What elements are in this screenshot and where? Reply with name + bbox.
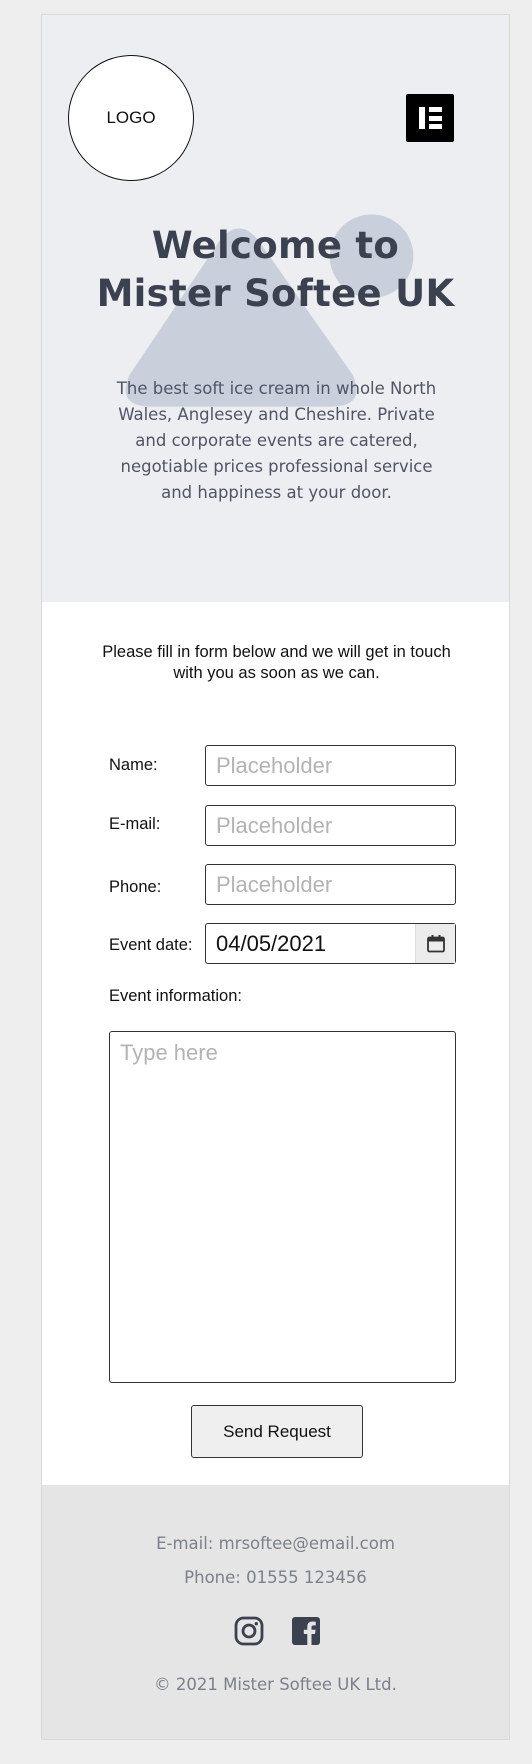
name-placeholder: Placeholder (216, 752, 333, 778)
footer-phone[interactable]: Phone: 01555 123456 (42, 1568, 509, 1587)
logo[interactable]: LOGO (68, 55, 194, 181)
name-input[interactable]: Placeholder (205, 745, 456, 786)
event-information-label: Event information: (109, 987, 242, 1005)
event-date-value: 04/05/2021 (216, 930, 327, 956)
title-line-2: Mister Softee UK (96, 272, 455, 315)
event-date-input[interactable]: 04/05/2021 (205, 923, 456, 964)
email-input[interactable]: Placeholder (205, 805, 456, 846)
event-information-textarea[interactable]: Type here (109, 1031, 456, 1383)
facebook-icon[interactable] (291, 1616, 321, 1646)
elementor-icon (419, 107, 425, 129)
email-placeholder: Placeholder (216, 812, 333, 838)
calendar-icon[interactable] (415, 924, 455, 963)
event-information-placeholder: Type here (120, 1040, 218, 1065)
page-title: Welcome to Mister Softee UK (42, 222, 509, 318)
name-label: Name: (109, 756, 158, 774)
title-line-1: Welcome to (151, 224, 400, 267)
event-date-label: Event date: (109, 936, 193, 954)
footer: E-mail: mrsoftee@email.com Phone: 01555 … (42, 1485, 509, 1739)
elementor-menu-button[interactable] (406, 94, 454, 142)
footer-copyright: © 2021 Mister Softee UK Ltd. (154, 1675, 397, 1694)
form-intro-text: Please fill in form below and we will ge… (102, 643, 451, 682)
hero-section: LOGO Welcome to Mister Softee UK The bes… (42, 15, 509, 602)
phone-placeholder: Placeholder (216, 871, 333, 897)
page-container: LOGO Welcome to Mister Softee UK The bes… (41, 14, 510, 1740)
instagram-icon[interactable] (234, 1616, 264, 1646)
email-label: E-mail: (109, 815, 161, 833)
hero-description: The best soft ice cream in whole North W… (116, 379, 437, 502)
footer-email[interactable]: E-mail: mrsoftee@email.com (42, 1534, 509, 1553)
send-request-button[interactable]: Send Request (191, 1405, 363, 1458)
phone-input[interactable]: Placeholder (205, 864, 456, 905)
phone-label: Phone: (109, 878, 162, 896)
